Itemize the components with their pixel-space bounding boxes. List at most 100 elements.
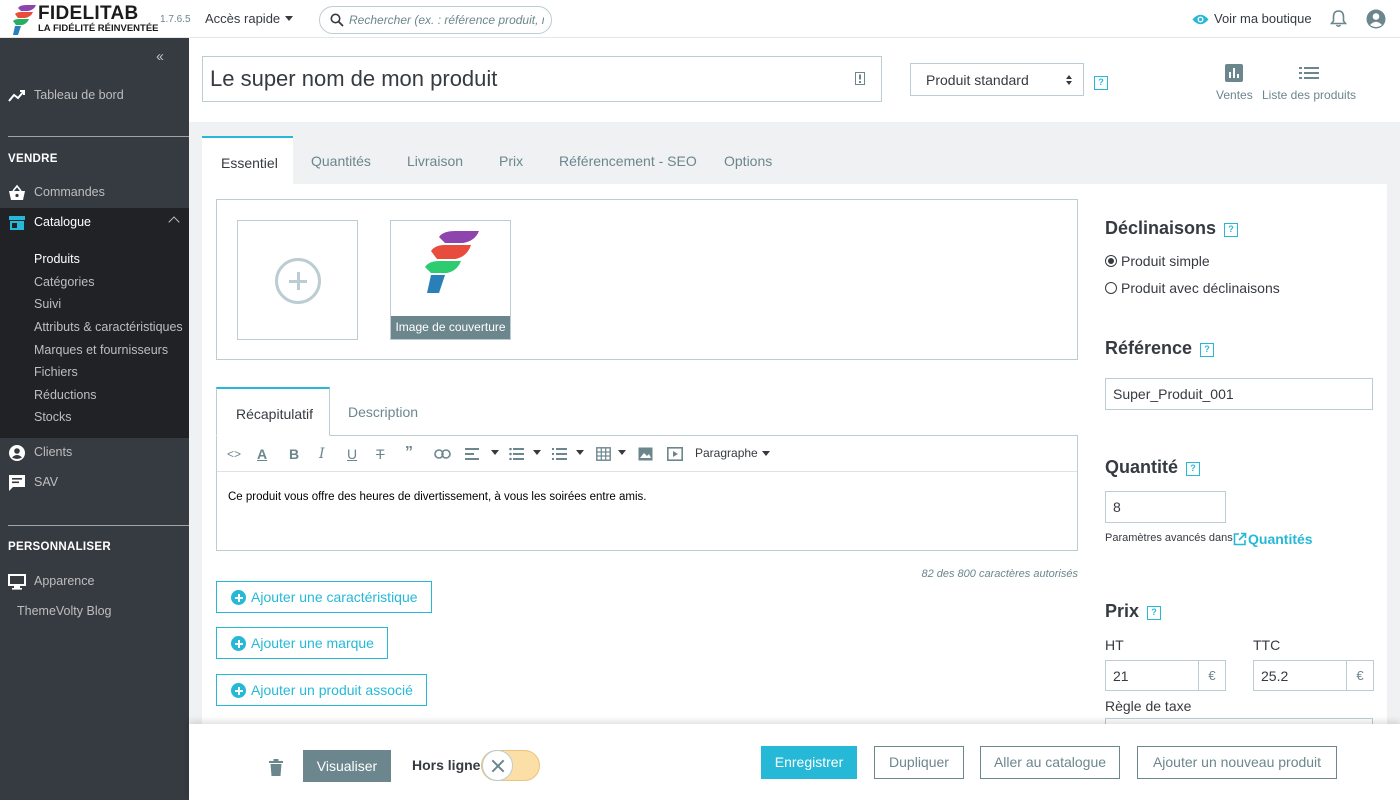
- tab-shipping[interactable]: Livraison: [407, 136, 463, 184]
- tab-seo[interactable]: Référencement - SEO: [559, 136, 697, 184]
- product-name-field[interactable]: [202, 56, 882, 102]
- tab-label: Description: [348, 404, 419, 420]
- numbered-list-icon[interactable]: [552, 448, 567, 460]
- sidebar-subitem-attributes[interactable]: Attributs & caractéristiques: [34, 320, 183, 334]
- chevron-up-icon: [168, 216, 180, 228]
- sidebar-subitem-discounts[interactable]: Réductions: [34, 388, 97, 402]
- sidebar-subitem-products[interactable]: Produits: [34, 252, 80, 266]
- table-dropdown-icon[interactable]: [618, 450, 626, 455]
- sidebar-item-label: Catalogue: [34, 215, 91, 229]
- add-related-product-button[interactable]: Ajouter un produit associé: [216, 674, 427, 706]
- add-brand-button[interactable]: Ajouter une marque: [216, 627, 388, 659]
- product-list-button[interactable]: Liste des produits: [1262, 64, 1356, 102]
- combinations-help-icon[interactable]: ?: [1224, 223, 1239, 237]
- quick-access-dropdown[interactable]: Accès rapide: [205, 11, 294, 26]
- underline-icon[interactable]: U: [347, 446, 357, 462]
- add-feature-button[interactable]: Ajouter une caractéristique: [216, 581, 432, 613]
- reference-title-text: Référence: [1105, 338, 1193, 358]
- select-arrows-icon: [1066, 75, 1072, 85]
- add-new-product-button[interactable]: Ajouter un nouveau produit: [1137, 746, 1337, 779]
- trash-icon[interactable]: [269, 759, 283, 776]
- logo[interactable]: FIDELITAB LA FIDÉLITÉ RÉINVENTÉE: [12, 3, 160, 35]
- combinations-product-radio[interactable]: Produit avec déclinaisons: [1105, 280, 1280, 296]
- sales-button[interactable]: Ventes: [1216, 64, 1253, 102]
- collapse-sidebar-icon[interactable]: ‹‹: [156, 48, 164, 65]
- video-icon[interactable]: [667, 447, 683, 461]
- cover-image-caption: Image de couverture: [391, 316, 510, 339]
- text-color-icon[interactable]: A: [257, 446, 267, 462]
- price-ttc-input[interactable]: [1253, 660, 1347, 691]
- search-input[interactable]: [349, 11, 544, 29]
- add-related-label: Ajouter un produit associé: [251, 682, 413, 698]
- tab-summary[interactable]: Récapitulatif: [216, 387, 330, 436]
- italic-icon[interactable]: I: [319, 446, 325, 462]
- duplicate-button[interactable]: Dupliquer: [874, 746, 964, 779]
- sidebar-item-appearance[interactable]: Apparence: [0, 567, 189, 597]
- product-type-select[interactable]: Produit standard: [910, 63, 1084, 96]
- currency-addon-ht: €: [1199, 660, 1226, 691]
- price-ttc-label: TTC: [1253, 637, 1281, 653]
- price-ht-input[interactable]: [1105, 660, 1199, 691]
- quantity-help-icon[interactable]: ?: [1186, 462, 1201, 476]
- product-image: [425, 231, 479, 293]
- reference-help-icon[interactable]: ?: [1200, 343, 1215, 357]
- link-icon[interactable]: [434, 449, 451, 459]
- quantity-input[interactable]: [1105, 491, 1226, 523]
- strikethrough-icon[interactable]: T: [376, 446, 385, 462]
- sidebar-divider: [8, 525, 189, 526]
- tab-description[interactable]: Description: [348, 387, 418, 436]
- sidebar-subitem-tracking[interactable]: Suivi: [34, 297, 61, 311]
- sidebar-item-blog[interactable]: ThemeVolty Blog: [17, 604, 112, 618]
- preview-button[interactable]: Visualiser: [303, 750, 391, 782]
- user-avatar-icon[interactable]: [1366, 9, 1386, 29]
- tax-rule-label: Règle de taxe: [1105, 698, 1192, 714]
- tab-essential[interactable]: Essentiel: [202, 136, 293, 184]
- paragraph-format-dropdown[interactable]: Paragraphe: [695, 446, 770, 460]
- reference-input[interactable]: [1105, 378, 1373, 410]
- add-image-button[interactable]: [237, 220, 358, 340]
- sidebar-subitem-brands[interactable]: Marques et fournisseurs: [34, 343, 168, 357]
- sidebar-subitem-categories[interactable]: Catégories: [34, 275, 94, 289]
- sidebar-item-customers[interactable]: Clients: [0, 438, 189, 468]
- top-header: FIDELITAB LA FIDÉLITÉ RÉINVENTÉE 1.7.6.5…: [0, 0, 1400, 38]
- sidebar-subitem-files[interactable]: Fichiers: [34, 365, 78, 379]
- character-counter: 82 des 800 caractères autorisés: [921, 568, 1078, 580]
- search-box[interactable]: [319, 6, 552, 34]
- quote-icon[interactable]: ”: [405, 444, 413, 462]
- align-dropdown-icon[interactable]: [491, 450, 499, 455]
- sidebar-item-support[interactable]: SAV: [0, 468, 189, 498]
- code-icon[interactable]: <>: [227, 447, 241, 461]
- bullet-dropdown-icon[interactable]: [533, 450, 541, 455]
- product-type-help-icon[interactable]: ?: [1094, 76, 1108, 90]
- quantities-link[interactable]: Quantités: [1233, 531, 1313, 547]
- sidebar-item-dashboard[interactable]: Tableau de bord: [0, 81, 189, 111]
- summary-content[interactable]: Ce produit vous offre des heures de dive…: [228, 491, 646, 503]
- simple-product-label: Produit simple: [1121, 253, 1210, 269]
- image-icon[interactable]: [638, 447, 653, 461]
- online-toggle[interactable]: [481, 750, 540, 781]
- product-name-input[interactable]: [210, 65, 840, 93]
- sidebar-item-catalog[interactable]: Catalogue: [0, 208, 189, 238]
- bullet-list-icon[interactable]: [509, 448, 524, 460]
- save-button[interactable]: Enregistrer: [761, 746, 857, 779]
- table-icon[interactable]: [596, 447, 611, 461]
- cover-image[interactable]: Image de couverture: [390, 220, 511, 340]
- view-shop-label: Voir ma boutique: [1214, 11, 1312, 26]
- tab-options[interactable]: Options: [724, 136, 772, 184]
- summary-editor[interactable]: <> A B I U T ” Paragraphe Ce produit vou…: [216, 435, 1078, 551]
- numbered-dropdown-icon[interactable]: [576, 450, 584, 455]
- tab-pricing[interactable]: Prix: [499, 136, 523, 184]
- tab-quantities[interactable]: Quantités: [311, 136, 371, 184]
- price-help-icon[interactable]: ?: [1147, 606, 1162, 620]
- go-to-catalog-button[interactable]: Aller au catalogue: [980, 746, 1120, 779]
- quick-access-label: Accès rapide: [205, 11, 281, 26]
- sidebar-subitem-stocks[interactable]: Stocks: [34, 410, 72, 424]
- fidelitab-logo-icon: [13, 5, 36, 35]
- bell-icon[interactable]: [1330, 9, 1347, 28]
- product-type-value: Produit standard: [926, 72, 1029, 88]
- view-shop-link[interactable]: Voir ma boutique: [1192, 11, 1312, 26]
- align-icon[interactable]: [465, 448, 479, 460]
- simple-product-radio[interactable]: Produit simple: [1105, 253, 1210, 269]
- sidebar-item-orders[interactable]: Commandes: [0, 178, 189, 208]
- bold-icon[interactable]: B: [289, 446, 299, 462]
